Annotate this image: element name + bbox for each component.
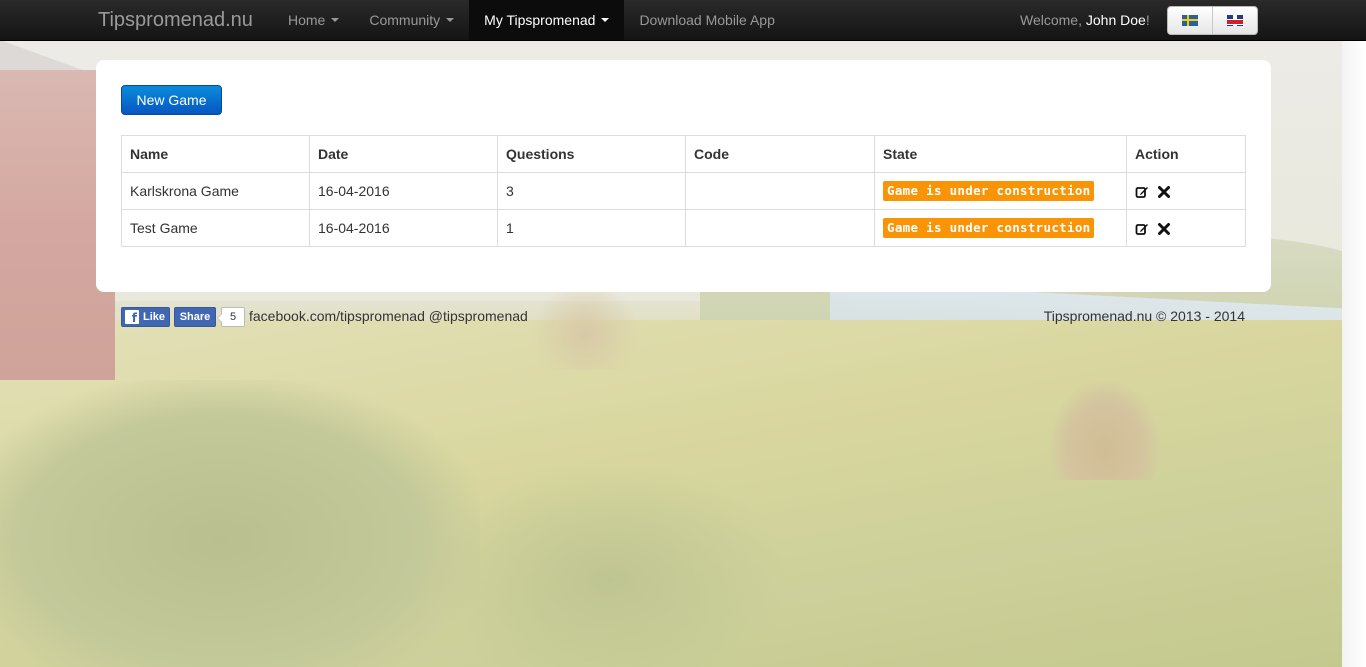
nav-item-community[interactable]: Community [354,0,469,40]
game-action-cell [1126,209,1246,247]
games-table: Name Date Questions Code State Action Ka… [121,135,1246,247]
game-date-cell: 16-04-2016 [309,172,498,210]
user-name[interactable]: John Doe [1086,12,1146,28]
column-header-date: Date [309,135,498,173]
game-state-cell: Game is under construction [874,209,1127,247]
caret-down-icon [601,18,610,22]
welcome-message: Welcome, John Doe! [1020,12,1150,28]
game-questions-cell: 1 [497,209,686,247]
welcome-suffix: ! [1145,12,1150,28]
language-swedish-button[interactable] [1168,7,1212,34]
game-name-cell: Test Game [121,209,310,247]
delete-icon[interactable] [1157,222,1171,236]
table-row: Karlskrona Game 16-04-2016 3 Game is und… [121,172,1246,210]
welcome-prefix: Welcome, [1020,12,1086,28]
game-code-cell [685,209,875,247]
table-header-row: Name Date Questions Code State Action [121,135,1246,173]
new-game-button[interactable]: New Game [121,85,222,115]
facebook-share-button[interactable]: Share [174,307,216,327]
facebook-like-label: Like [143,311,166,323]
page-footer: f Like Share 5 facebook.com/tipspromenad… [121,306,1245,328]
games-panel: New Game Name Date Questions Code State … [96,60,1271,292]
game-code-cell [685,172,875,210]
edit-icon[interactable] [1135,185,1149,199]
caret-down-icon [331,18,340,22]
game-questions-cell: 3 [497,172,686,210]
state-badge: Game is under construction [883,181,1095,201]
social-links: facebook.com/tipspromenad @tipspromenad [249,308,528,324]
copyright-text: Tipspromenad.nu © 2013 - 2014 [1043,308,1245,324]
column-header-state: State [874,135,1127,173]
nav-item-label: My Tipspromenad [484,12,596,28]
column-header-questions: Questions [497,135,686,173]
language-switcher [1167,6,1258,35]
facebook-icon: f [125,310,139,324]
top-navbar: Tipspromenad.nu Home Community My Tipspr… [0,0,1366,41]
state-badge: Game is under construction [883,218,1095,238]
nav-item-label: Community [369,12,441,28]
column-header-name: Name [121,135,310,173]
caret-down-icon [446,18,455,22]
language-english-button[interactable] [1212,7,1257,34]
facebook-like-button[interactable]: f Like [121,307,170,327]
nav-item-label: Download Mobile App [639,12,775,28]
game-name-cell: Karlskrona Game [121,172,310,210]
uk-flag-icon [1227,15,1243,26]
table-row: Test Game 16-04-2016 1 Game is under con… [121,209,1246,247]
main-nav: Home Community My Tipspromenad Download … [273,0,790,40]
facebook-link[interactable]: facebook.com/tipspromenad [249,308,425,324]
game-date-cell: 16-04-2016 [309,209,498,247]
nav-item-label: Home [288,12,326,28]
facebook-share-count: 5 [217,307,245,327]
game-state-cell: Game is under construction [874,172,1127,210]
edit-icon[interactable] [1135,222,1149,236]
nav-item-download-mobile-app[interactable]: Download Mobile App [624,0,789,40]
brand-logo[interactable]: Tipspromenad.nu [98,9,253,32]
nav-item-home[interactable]: Home [273,0,354,40]
twitter-link[interactable]: @tipspromenad [429,308,528,324]
delete-icon[interactable] [1157,185,1171,199]
column-header-code: Code [685,135,875,173]
sweden-flag-icon [1182,15,1198,26]
column-header-action: Action [1126,135,1246,173]
game-action-cell [1126,172,1246,210]
nav-item-my-tipspromenad[interactable]: My Tipspromenad [469,0,625,40]
